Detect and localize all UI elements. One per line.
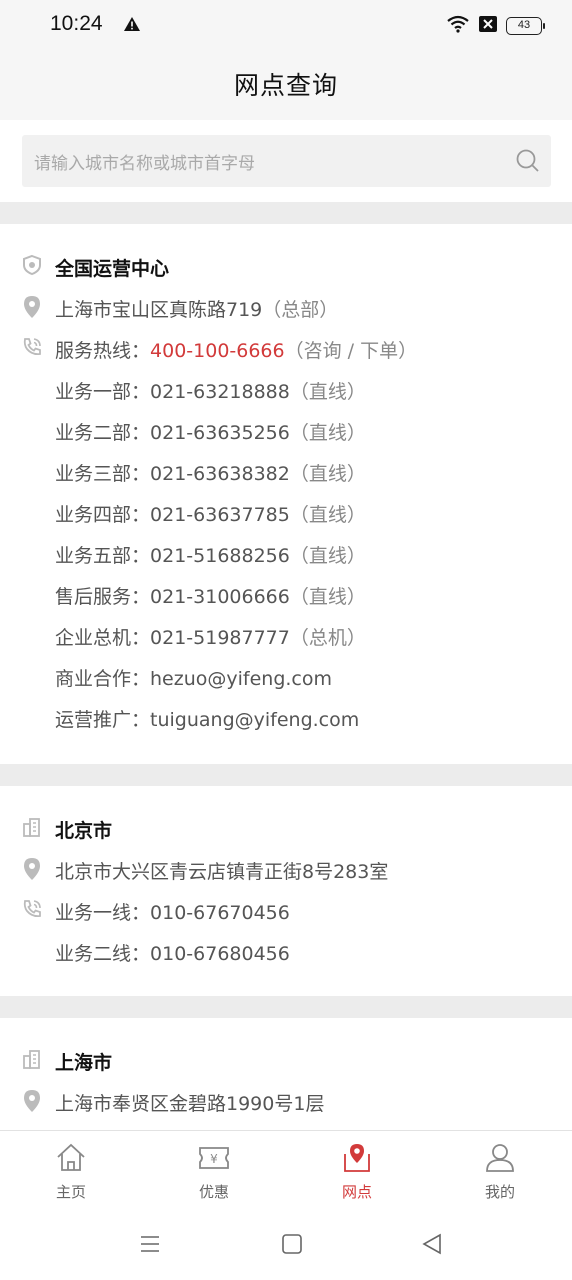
- city-address: 北京市大兴区青云店镇青正街8号283室: [55, 861, 389, 883]
- tab-label: 我的: [484, 1183, 515, 1201]
- user-icon: [450, 1141, 550, 1179]
- home-icon: [21, 1141, 121, 1179]
- phone-icon: [21, 336, 45, 360]
- battery-indicator: 43: [506, 17, 545, 35]
- phone-number[interactable]: 010-67670456: [150, 902, 290, 924]
- phone-number[interactable]: 010-67680456: [150, 943, 290, 965]
- city-line-row: 业务二线：010-67680456: [55, 943, 290, 965]
- phone-number[interactable]: 021-31006666: [150, 586, 290, 608]
- bottom-tab-bar: 主页 ¥ 优惠 网点 我的: [0, 1130, 572, 1212]
- hq-hotline: 服务热线：400-100-6666（咨询 / 下单）: [55, 340, 418, 362]
- tab-label: 优惠: [198, 1183, 229, 1201]
- hq-address-row: 上海市宝山区真陈路719（总部）: [0, 287, 572, 328]
- status-time: 10:24: [50, 12, 103, 35]
- city-name-row: 北京市: [0, 808, 572, 849]
- location-icon: [21, 857, 45, 881]
- email-link[interactable]: hezuo@yifeng.com: [150, 668, 332, 690]
- city-address-row: 上海市奉贤区金碧路1990号1层: [0, 1081, 572, 1122]
- search-area: 请输入城市名称或城市首字母: [0, 120, 572, 202]
- hotline-number[interactable]: 400-100-6666: [150, 340, 285, 362]
- wifi-icon: [446, 15, 470, 37]
- shield-icon: [21, 254, 45, 278]
- phone-number[interactable]: 021-63638382: [150, 463, 290, 485]
- hq-address: 上海市宝山区真陈路719（总部）: [55, 299, 339, 321]
- section-divider: [0, 202, 572, 224]
- hq-line-row: 业务一部：021-63218888（直线）: [55, 381, 366, 403]
- location-pin-icon: [307, 1141, 407, 1179]
- phone-number[interactable]: 021-63637785: [150, 504, 290, 526]
- hq-line-row: 商业合作：hezuo@yifeng.com: [55, 668, 333, 690]
- hq-line-row: 售后服务：021-31006666（直线）: [55, 586, 366, 608]
- tab-profile[interactable]: 我的: [450, 1141, 550, 1202]
- coupon-icon: ¥: [164, 1141, 264, 1179]
- city-address: 上海市奉贤区金碧路1990号1层: [55, 1093, 325, 1115]
- no-sim-icon: [478, 15, 498, 37]
- section-divider: [0, 996, 572, 1018]
- phone-number[interactable]: 021-51688256: [150, 545, 290, 567]
- tab-home[interactable]: 主页: [21, 1141, 121, 1202]
- email-link[interactable]: tuiguang@yifeng.com: [150, 709, 359, 731]
- hq-line-row: 业务三部：021-63638382（直线）: [55, 463, 366, 485]
- tab-label: 主页: [55, 1183, 86, 1201]
- search-placeholder: 请输入城市名称或城市首字母: [34, 154, 255, 174]
- hq-name-row: 全国运营中心: [0, 246, 572, 287]
- hq-line-row: 运营推广：tuiguang@yifeng.com: [55, 709, 360, 731]
- search-icon[interactable]: [515, 148, 541, 178]
- warning-icon: [123, 16, 141, 36]
- building-icon: [21, 1048, 45, 1072]
- status-bar: 10:24 43: [0, 0, 572, 52]
- search-input[interactable]: 请输入城市名称或城市首字母: [22, 135, 551, 187]
- page-title: 网点查询: [233, 71, 338, 100]
- city-name: 上海市: [55, 1052, 113, 1074]
- beijing-section: 北京市 北京市大兴区青云店镇青正街8号283室 业务一线：010-6767045…: [0, 786, 572, 996]
- city-name: 北京市: [55, 820, 113, 842]
- hq-section: 全国运营中心 上海市宝山区真陈路719（总部） 服务热线：400-100-666…: [0, 224, 572, 764]
- phone-number[interactable]: 021-63635256: [150, 422, 290, 444]
- hq-hotline-row: 服务热线：400-100-6666（咨询 / 下单）: [0, 328, 572, 369]
- city-name-row: 上海市: [0, 1040, 572, 1081]
- phone-icon: [21, 898, 45, 922]
- hq-line-row: 企业总机：021-51987777（总机）: [55, 627, 366, 649]
- back-icon[interactable]: [420, 1232, 444, 1260]
- city-address-row: 北京市大兴区青云店镇青正街8号283室: [0, 849, 572, 890]
- phone-number[interactable]: 021-51987777: [150, 627, 290, 649]
- shanghai-section: 上海市 上海市奉贤区金碧路1990号1层: [0, 1018, 572, 1130]
- location-icon: [21, 295, 45, 319]
- home-button-icon[interactable]: [280, 1232, 304, 1260]
- menu-icon[interactable]: [138, 1232, 162, 1260]
- tab-outlets[interactable]: 网点: [307, 1141, 407, 1202]
- building-icon: [21, 816, 45, 840]
- tab-label: 网点: [341, 1183, 372, 1201]
- location-icon: [21, 1089, 45, 1113]
- hq-line-row: 业务四部：021-63637785（直线）: [55, 504, 366, 526]
- tab-coupons[interactable]: ¥ 优惠: [164, 1141, 264, 1202]
- phone-number[interactable]: 021-63218888: [150, 381, 290, 403]
- section-divider: [0, 764, 572, 786]
- hq-line-row: 业务二部：021-63635256（直线）: [55, 422, 366, 444]
- city-line-row: 业务一线：010-67670456: [0, 890, 572, 931]
- hq-line-row: 业务五部：021-51688256（直线）: [55, 545, 366, 567]
- system-nav-bar: [0, 1212, 572, 1280]
- svg-text:¥: ¥: [210, 1152, 218, 1166]
- page-header: 网点查询: [0, 52, 572, 120]
- hq-name: 全国运营中心: [55, 258, 170, 280]
